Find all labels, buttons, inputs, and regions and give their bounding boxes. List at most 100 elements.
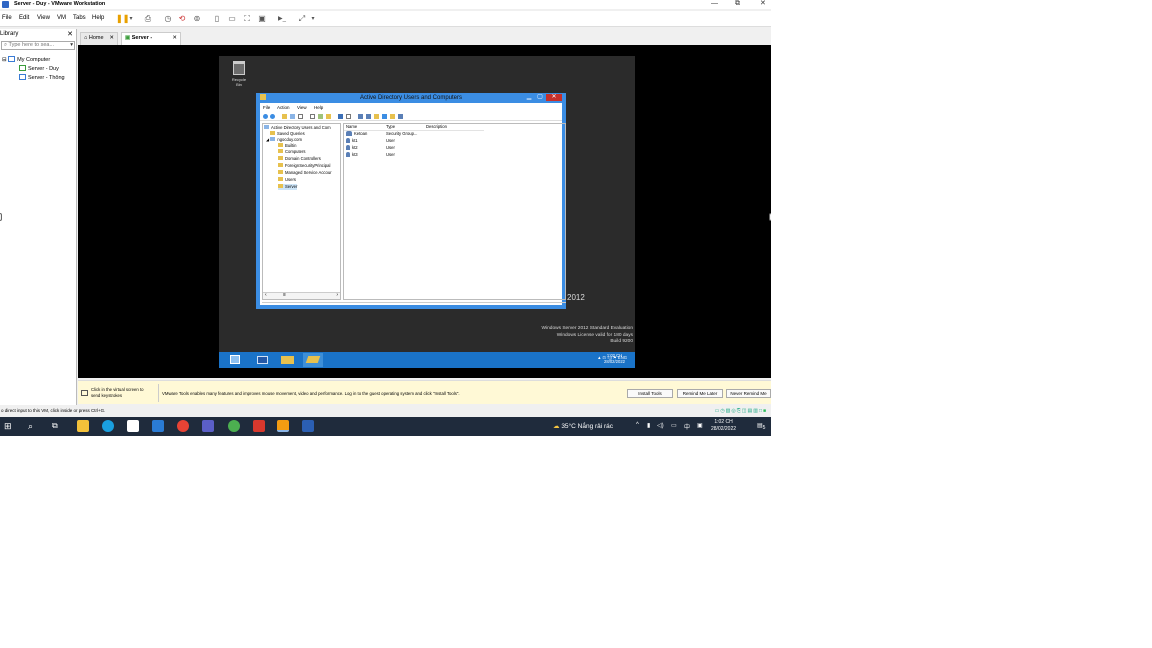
chevron-down-icon[interactable]: ▾ (70, 42, 73, 49)
aduc-menu-file[interactable]: File (263, 104, 270, 112)
help-icon[interactable] (338, 114, 343, 119)
word-icon[interactable] (302, 420, 314, 432)
find-icon[interactable] (398, 114, 403, 119)
stretch-icon[interactable]: ⤢ (297, 14, 307, 24)
remind-later-button[interactable]: Remind Me Later (677, 389, 723, 398)
aduc-menu-view[interactable]: View (297, 104, 307, 112)
collapse-icon[interactable]: ⊟ (2, 57, 7, 63)
tree-server-ou[interactable]: Server (278, 184, 298, 190)
console-tree-icon[interactable] (290, 114, 295, 119)
tree-users[interactable]: Users (278, 177, 296, 183)
new-group-icon[interactable] (366, 114, 371, 119)
refresh-icon[interactable] (310, 114, 315, 119)
tree-vm-server-duy[interactable]: Server - Duy (19, 65, 59, 73)
view-icon[interactable] (346, 114, 351, 119)
revert-snapshot-icon[interactable]: ⟲ (177, 14, 187, 24)
restore-button[interactable]: ⧉ (735, 0, 740, 8)
pause-dropdown-icon[interactable]: ▾ (126, 14, 136, 24)
table-row[interactable]: kt1 (346, 138, 358, 144)
tab-close-icon[interactable]: ✕ (172, 33, 177, 44)
menu-edit[interactable]: Edit (19, 15, 29, 21)
add-to-group-icon[interactable] (390, 114, 395, 119)
aduc-menu-help[interactable]: Help (314, 104, 323, 112)
library-close-button[interactable]: ✕ (67, 30, 73, 38)
scroll-thumb[interactable]: ≡ (283, 292, 286, 298)
file-explorer-icon[interactable] (278, 353, 298, 367)
vmware-taskbar-icon[interactable] (277, 420, 289, 432)
scroll-left-icon[interactable]: ‹ (265, 292, 267, 298)
export-list-icon[interactable] (318, 114, 323, 119)
new-user-icon[interactable] (358, 114, 363, 119)
minimize-button[interactable]: — (711, 0, 718, 8)
tab-close-icon[interactable]: ✕ (109, 33, 114, 44)
table-row[interactable]: kt2 (346, 145, 358, 151)
aduc-maximize-button[interactable]: ▢ (535, 94, 545, 101)
wps-office-icon[interactable] (253, 420, 265, 432)
snapshot-icon[interactable]: ◷ (163, 14, 173, 24)
menu-tabs[interactable]: Tabs (73, 15, 86, 21)
vm-console[interactable]: Recycle Bin Active Directory Users and C… (78, 45, 771, 378)
table-row[interactable]: Ketoan (346, 131, 367, 137)
tab-home[interactable]: ⌂ Home ✕ (80, 32, 118, 45)
recycle-bin[interactable]: Recycle Bin (229, 61, 249, 87)
search-icon[interactable]: ⌕ (28, 420, 40, 432)
menu-vm[interactable]: VM (57, 15, 66, 21)
menu-help[interactable]: Help (92, 15, 104, 21)
tree-my-computer[interactable]: ⊟ My Computer (2, 56, 50, 64)
forward-icon[interactable] (270, 114, 275, 119)
volume-icon[interactable]: ◁) (657, 422, 664, 429)
battery-icon[interactable]: ▭ (671, 422, 677, 429)
notification-center-icon[interactable]: ▤5 (757, 422, 765, 431)
fullscreen-icon[interactable]: ⛶ (242, 14, 252, 24)
table-row[interactable]: kt3 (346, 152, 358, 158)
stretch-dropdown-icon[interactable]: ▾ (308, 14, 318, 24)
close-button[interactable]: ✕ (760, 0, 766, 8)
back-icon[interactable] (263, 114, 268, 119)
aduc-close-button[interactable]: ✕ (546, 94, 562, 101)
aduc-menu-action[interactable]: Action (277, 104, 290, 112)
pause-icon[interactable]: ❚❚ (116, 14, 129, 24)
never-remind-button[interactable]: Never Remind Me (726, 389, 771, 398)
up-folder-icon[interactable] (282, 114, 287, 119)
menu-view[interactable]: View (37, 15, 50, 21)
horizontal-scrollbar[interactable]: ‹ ≡ › (263, 292, 340, 299)
tree-managed-service-accounts[interactable]: Managed Service Accour (278, 170, 332, 176)
send-ctrl-alt-del-icon[interactable]: ⎙ (143, 14, 153, 24)
library-view-icon[interactable]: ▯ (212, 14, 222, 24)
teams-icon[interactable] (202, 420, 214, 432)
edge-icon[interactable] (102, 420, 114, 432)
guest-desktop[interactable]: Recycle Bin Active Directory Users and C… (219, 56, 635, 368)
tray-chevron-icon[interactable]: ^ (636, 422, 639, 428)
tree-domain-controllers[interactable]: Domain Controllers (278, 156, 321, 162)
tab-server[interactable]: ▣ Server - ✕ (121, 32, 181, 45)
ime-indicator[interactable]: 中 (684, 422, 690, 431)
host-clock[interactable]: 1:02 CH 28/02/2022 (711, 419, 736, 433)
device-status-icons[interactable]: ▭◷▧◎⎘◫▤▥□■ (715, 408, 767, 414)
vscode-icon[interactable] (152, 420, 164, 432)
microphone-icon[interactable]: ▮ (647, 422, 650, 429)
new-ou-icon[interactable] (374, 114, 379, 119)
library-search-input[interactable]: ⌕ Type here to sea... ▾ (1, 41, 75, 50)
server-manager-icon[interactable] (226, 353, 246, 367)
task-view-icon[interactable]: ⧉ (52, 420, 64, 432)
properties-icon[interactable] (298, 114, 303, 119)
tree-computers[interactable]: Computers (278, 149, 305, 155)
aduc-minimize-button[interactable]: ▁ (524, 94, 534, 101)
unity-icon[interactable]: ▣ (257, 14, 267, 24)
store-icon[interactable] (127, 420, 139, 432)
menu-file[interactable]: File (2, 15, 12, 21)
console-icon[interactable]: ▶_ (277, 14, 287, 24)
filter-icon[interactable] (382, 114, 387, 119)
weather-widget[interactable]: ☁ 35°C Nắng rải rác (553, 422, 613, 430)
chrome-profile-icon[interactable] (228, 420, 240, 432)
windows-start-icon[interactable]: ⊞ (4, 420, 16, 432)
tree-vm-server-thong[interactable]: Server - Thông (19, 74, 65, 82)
powershell-icon[interactable] (253, 353, 273, 367)
snapshot-manager-icon[interactable]: ⊚ (192, 14, 202, 24)
aduc-taskbar-icon[interactable] (303, 353, 323, 367)
folder-action-icon[interactable] (326, 114, 331, 119)
file-explorer-icon[interactable] (77, 420, 89, 432)
scroll-right-icon[interactable]: › (336, 292, 338, 298)
guest-clock[interactable]: 1:02 CH 28/02/2022 (604, 353, 625, 365)
keyboard-layout-icon[interactable]: ▣ (697, 422, 703, 429)
